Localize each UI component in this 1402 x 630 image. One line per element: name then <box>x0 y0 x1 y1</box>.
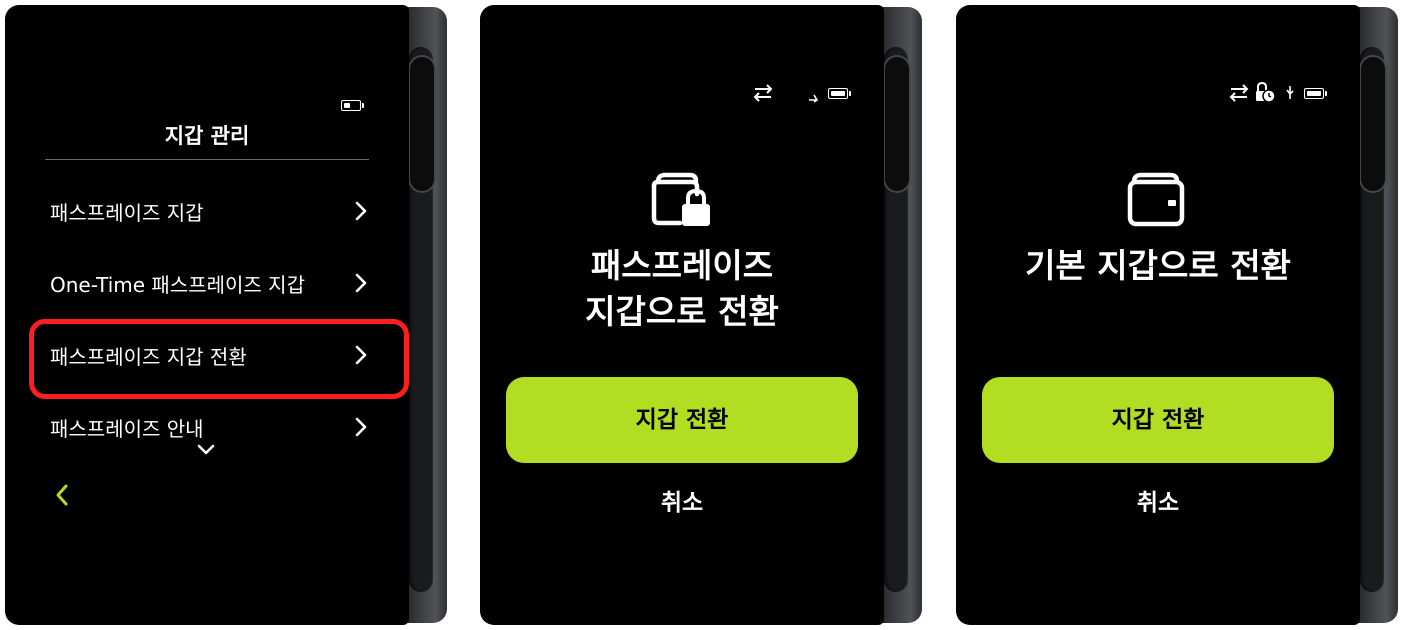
menu-item-label: One-Time 패스프레이즈 지갑 <box>50 273 305 297</box>
chevron-right-icon <box>355 201 367 221</box>
dialog-title-line1: 패스프레이즈 <box>590 246 774 285</box>
menu-item-label: 패스프레이즈 안내 <box>50 417 204 441</box>
dialog-title: 패스프레이즈 지갑으로 전환 <box>480 243 884 335</box>
dialog-title-line1: 기본 지갑으로 전환 <box>1025 246 1291 285</box>
menu-item-switch-passphrase-wallet[interactable]: 패스프레이즈 지갑 전환 <box>45 329 375 381</box>
side-button[interactable] <box>410 57 434 191</box>
battery-icon <box>341 100 364 111</box>
chevron-right-icon <box>355 345 367 365</box>
chevron-down-icon[interactable] <box>195 442 217 458</box>
usb-icon <box>1286 86 1294 99</box>
usb-icon <box>809 94 819 103</box>
switch-wallet-button[interactable]: 지갑 전환 <box>506 377 858 463</box>
side-button[interactable] <box>1361 57 1385 191</box>
wallet-lock-icon <box>651 172 710 226</box>
menu-item-label: 패스프레이즈 지갑 <box>50 201 204 225</box>
sync-arrows-icon <box>1229 84 1249 102</box>
chevron-right-icon <box>355 417 367 437</box>
menu-item-one-time-passphrase-wallet[interactable]: One-Time 패스프레이즈 지갑 <box>45 257 375 309</box>
device-switch-to-passphrase: 패스프레이즈 지갑으로 전환 지갑 전환 취소 <box>480 5 922 625</box>
menu-item-passphrase-wallet[interactable]: 패스프레이즈 지갑 <box>45 185 375 237</box>
screen: 지갑 관리 패스프레이즈 지갑 One-Time 패스프레이즈 지갑 패스프레이… <box>5 5 409 625</box>
chevron-right-icon <box>355 273 367 293</box>
back-chevron-icon[interactable] <box>52 482 72 508</box>
dialog-title-line2: 지갑으로 전환 <box>585 292 779 331</box>
cancel-button[interactable]: 취소 <box>480 485 884 521</box>
cancel-button[interactable]: 취소 <box>956 485 1360 521</box>
menu-item-label: 패스프레이즈 지갑 전환 <box>50 345 247 369</box>
title-divider <box>45 159 369 160</box>
battery-icon <box>828 88 851 99</box>
switch-wallet-button[interactable]: 지갑 전환 <box>982 377 1334 463</box>
dialog-title: 기본 지갑으로 전환 <box>956 243 1360 289</box>
lock-clock-icon <box>1256 81 1276 103</box>
page-title: 지갑 관리 <box>164 124 250 148</box>
wallet-icon <box>1127 172 1185 227</box>
battery-icon <box>1304 88 1327 99</box>
device-switch-to-default: 기본 지갑으로 전환 지갑 전환 취소 <box>956 5 1398 625</box>
screen: 패스프레이즈 지갑으로 전환 지갑 전환 취소 <box>480 5 884 625</box>
device-menu: 지갑 관리 패스프레이즈 지갑 One-Time 패스프레이즈 지갑 패스프레이… <box>5 5 447 625</box>
screen: 기본 지갑으로 전환 지갑 전환 취소 <box>956 5 1360 625</box>
sync-arrows-icon <box>753 84 773 102</box>
side-button[interactable] <box>885 57 909 191</box>
